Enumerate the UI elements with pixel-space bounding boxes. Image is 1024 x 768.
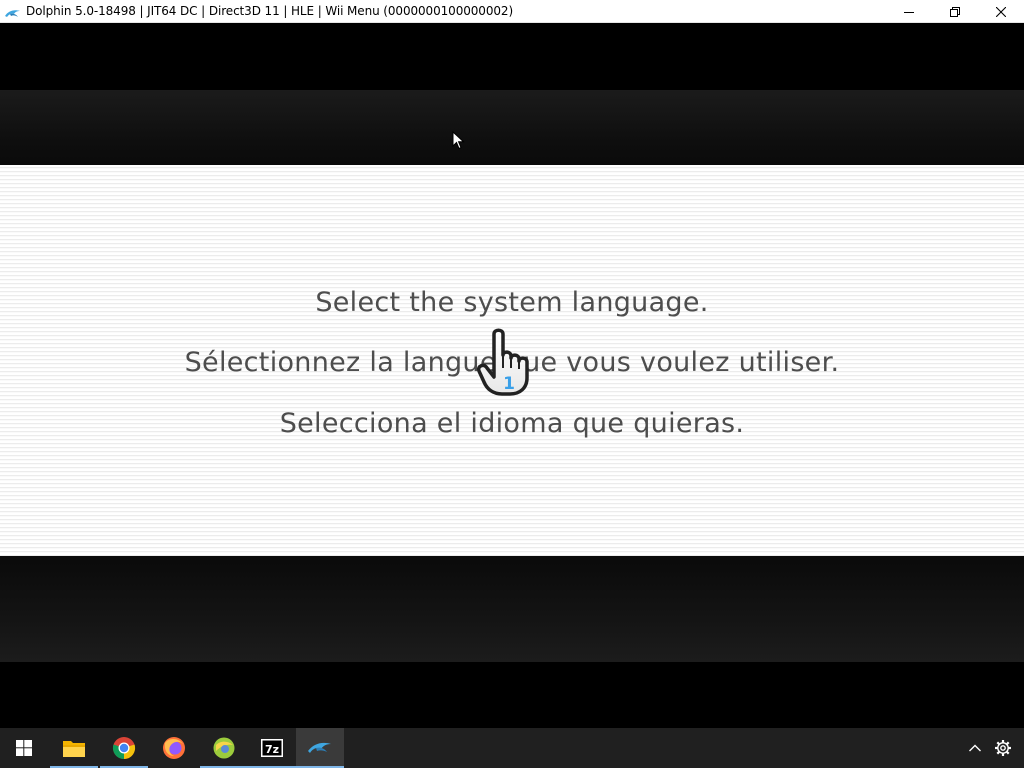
minimize-button[interactable] [886,0,932,23]
minimize-icon [904,11,914,13]
restore-button[interactable] [932,0,978,23]
mouse-cursor-icon [452,131,465,150]
tray-settings-button[interactable] [989,728,1017,768]
app-globe-icon [213,737,235,759]
taskbar-app-globe[interactable] [200,728,248,768]
message-spanish: Selecciona el idioma que quieras. [279,408,745,439]
taskbar-dolphin[interactable] [296,728,344,768]
wii-hand-pointer-icon: 1 [476,328,529,396]
close-icon [996,6,1006,17]
tray-overflow-button[interactable] [961,728,989,768]
restore-icon [950,6,960,17]
taskbar-file-explorer[interactable] [50,728,98,768]
top-band [0,90,1024,165]
dolphin-icon [4,5,22,17]
title-bar[interactable]: Dolphin 5.0-18498 | JIT64 DC | Direct3D … [0,0,1024,23]
message-english: Select the system language. [315,287,709,318]
bottom-band [0,556,1024,662]
chrome-icon [112,737,136,760]
windows-start-icon [16,740,32,756]
taskbar-firefox[interactable] [150,728,198,768]
dolphin-icon [308,742,331,753]
firefox-icon [163,737,185,759]
taskbar-7zip[interactable]: 7z [248,728,296,768]
file-explorer-icon [63,741,85,757]
window-controls [886,0,1024,23]
7zip-icon: 7z [261,739,283,757]
window-title: Dolphin 5.0-18498 | JIT64 DC | Direct3D … [26,4,514,18]
chevron-up-icon [969,744,981,752]
start-button[interactable] [0,728,48,768]
pointer-player-number: 1 [503,374,515,394]
close-button[interactable] [978,0,1024,23]
taskbar-chrome[interactable] [100,728,148,768]
gear-icon [995,740,1011,756]
taskbar: 7z [0,728,1024,768]
7zip-label: 7z [265,743,279,756]
